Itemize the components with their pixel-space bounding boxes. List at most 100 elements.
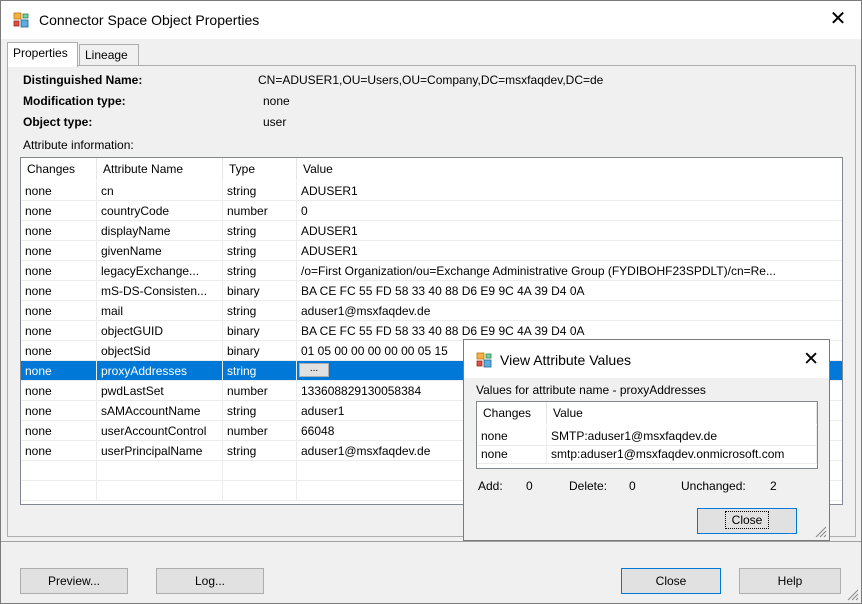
resize-grip-icon[interactable] (847, 589, 859, 601)
empty-cell (97, 461, 223, 481)
empty-cell (223, 461, 297, 481)
tab-properties-label: Properties (13, 46, 68, 60)
cell-changes: none (21, 301, 97, 321)
cell-value: ADUSER1 (297, 181, 842, 201)
cell-attribute-name: userPrincipalName (97, 441, 223, 461)
cell-changes: none (21, 361, 97, 381)
values-cell-changes: none (477, 444, 547, 464)
help-button[interactable]: Help (739, 568, 841, 594)
cell-value: BA CE FC 55 FD 58 33 40 88 D6 E9 9C 4A 3… (297, 321, 842, 341)
preview-button[interactable]: Preview... (20, 568, 128, 594)
cell-type: string (223, 261, 297, 281)
cell-attribute-name: givenName (97, 241, 223, 261)
column-header-changes[interactable]: Changes (21, 158, 97, 180)
empty-cell (21, 481, 97, 501)
unchanged-count-value: 2 (770, 479, 777, 493)
cell-attribute-name: displayName (97, 221, 223, 241)
values-grid[interactable]: Changes Value none SMTP:aduser1@msxfaqde… (476, 401, 818, 469)
attribute-grid-header: Changes Attribute Name Type Value (21, 158, 842, 180)
empty-cell (97, 481, 223, 501)
cell-type: string (223, 221, 297, 241)
tab-lineage-label: Lineage (85, 48, 128, 62)
cell-changes: none (21, 221, 97, 241)
app-icon (13, 12, 29, 28)
values-column-header-value[interactable]: Value (547, 402, 817, 424)
cell-attribute-name: countryCode (97, 201, 223, 221)
cell-type: string (223, 441, 297, 461)
app-icon (476, 352, 492, 368)
add-count-label: Add: (478, 479, 503, 493)
dialog-title-bar[interactable]: View Attribute Values ✕ (464, 340, 829, 378)
cell-type: binary (223, 321, 297, 341)
cell-type: binary (223, 341, 297, 361)
attribute-row[interactable]: none mS-DS-Consisten... binary BA CE FC 55 … (21, 281, 842, 301)
tab-lineage[interactable]: Lineage (79, 44, 139, 66)
add-count-value: 0 (526, 479, 533, 493)
resize-grip-icon[interactable] (815, 526, 827, 538)
cell-changes: none (21, 381, 97, 401)
values-cell-value: smtp:aduser1@msxfaqdev.onmicrosoft.com (547, 444, 817, 464)
values-row[interactable]: none smtp:aduser1@msxfaqdev.onmicrosoft.… (477, 444, 817, 464)
attribute-row[interactable]: none givenName string ADUSER1 (21, 241, 842, 261)
footer-divider (1, 541, 861, 542)
column-header-value[interactable]: Value (297, 158, 842, 180)
edit-values-button[interactable]: ... (299, 363, 329, 377)
cell-value: ADUSER1 (297, 221, 842, 241)
attribute-row[interactable]: none cn string ADUSER1 (21, 181, 842, 201)
object-type-label: Object type: (23, 115, 93, 129)
title-bar[interactable]: Connector Space Object Properties ✕ (1, 1, 861, 39)
values-row[interactable]: none SMTP:aduser1@msxfaqdev.de (477, 426, 817, 446)
values-cell-changes: none (477, 426, 547, 446)
dialog-close-icon[interactable]: ✕ (803, 348, 819, 371)
values-cell-value: SMTP:aduser1@msxfaqdev.de (547, 426, 817, 446)
dialog-title: View Attribute Values (500, 352, 632, 368)
dialog-close-button-label: Close (724, 511, 770, 529)
cell-attribute-name: mS-DS-Consisten... (97, 281, 223, 301)
empty-cell (21, 461, 97, 481)
attribute-row[interactable]: none mail string aduser1@msxfaqdev.de (21, 301, 842, 321)
cell-type: string (223, 301, 297, 321)
cell-value: ADUSER1 (297, 241, 842, 261)
dialog-close-button[interactable]: Close (697, 508, 797, 534)
view-attribute-values-dialog: View Attribute Values ✕ Values for attri… (463, 339, 830, 541)
cell-attribute-name: objectSid (97, 341, 223, 361)
cell-changes: none (21, 321, 97, 341)
modification-type-label: Modification type: (23, 94, 126, 108)
cell-attribute-name: legacyExchange... (97, 261, 223, 281)
delete-count-label: Delete: (569, 479, 608, 493)
cell-attribute-name: pwdLastSet (97, 381, 223, 401)
window-close-button[interactable]: ✕ (815, 1, 861, 39)
cell-changes: none (21, 341, 97, 361)
dialog-caption: Values for attribute name - proxyAddress… (476, 383, 706, 397)
cell-changes: none (21, 281, 97, 301)
log-button[interactable]: Log... (156, 568, 264, 594)
distinguished-name-value: CN=ADUSER1,OU=Users,OU=Company,DC=msxfaq… (258, 73, 604, 87)
window-title: Connector Space Object Properties (39, 12, 260, 28)
values-column-header-changes[interactable]: Changes (477, 402, 547, 424)
cell-changes: none (21, 241, 97, 261)
cell-type: number (223, 201, 297, 221)
tab-properties[interactable]: Properties (7, 42, 78, 67)
cell-type: string (223, 241, 297, 261)
column-header-type[interactable]: Type (223, 158, 297, 180)
cell-attribute-name: proxyAddresses (97, 361, 223, 381)
attribute-row[interactable]: none legacyExchange... string/o=First Orga… (21, 261, 842, 281)
column-header-attribute-name[interactable]: Attribute Name (97, 158, 223, 180)
cell-type: number (223, 421, 297, 441)
cell-type: string (223, 401, 297, 421)
cell-changes: none (21, 181, 97, 201)
distinguished-name-label: Distinguished Name: (23, 73, 143, 87)
attribute-row[interactable]: none displayName string ADUSER1 (21, 221, 842, 241)
cell-changes: none (21, 441, 97, 461)
cell-changes: none (21, 201, 97, 221)
object-type-value: user (263, 115, 287, 129)
values-grid-header: Changes Value (477, 402, 817, 424)
cell-attribute-name: cn (97, 181, 223, 201)
attribute-row[interactable]: none objectGUID binary BA CE FC 55 FD 58 33… (21, 321, 842, 341)
close-icon: ✕ (829, 8, 847, 30)
cell-value: /o=First Organization/ou=Exchange Admini… (297, 261, 842, 281)
attribute-row[interactable]: none countryCode number 0 (21, 201, 842, 221)
close-button[interactable]: Close (621, 568, 721, 594)
attribute-information-label: Attribute information: (23, 138, 134, 152)
cell-value: 0 (297, 201, 842, 221)
